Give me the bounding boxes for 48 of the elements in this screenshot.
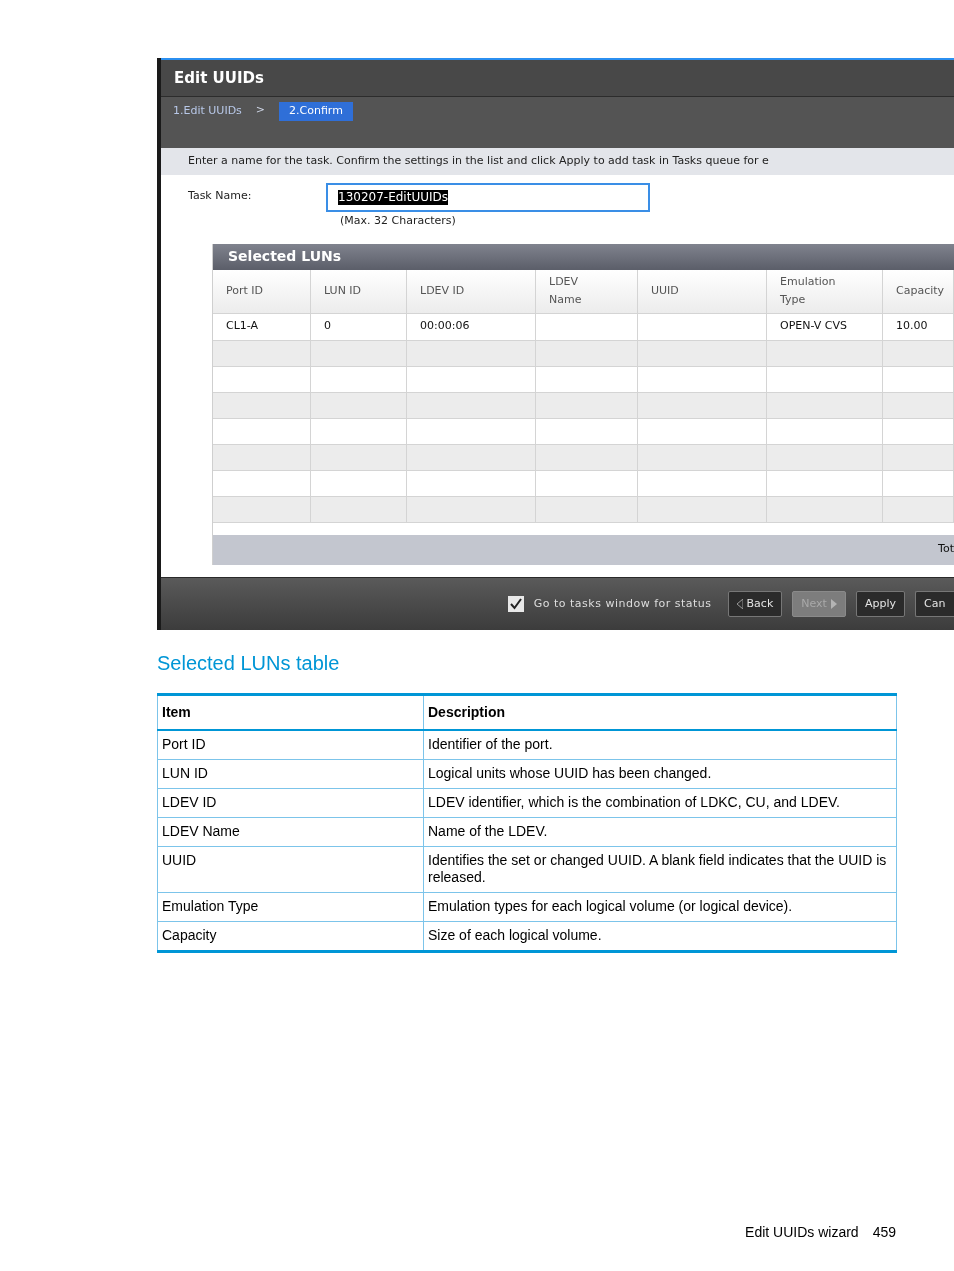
column-header: LDEV Name — [549, 274, 583, 308]
table-cell: LDEV identifier, which is the combination of LDKC, CU, and LDEV. — [423, 788, 897, 818]
table-cell: Identifies the set or changed UUID. A blank field indicates that the UUID is released. — [423, 846, 897, 893]
wizard-step[interactable]: 2.Confirm — [279, 102, 353, 121]
table-cell: 10.00 — [896, 318, 928, 335]
footer-title: Edit UUIDs wizard — [745, 1223, 859, 1242]
column-header: Description — [423, 694, 897, 730]
left-arrow-icon — [736, 599, 743, 609]
window-title: Edit UUIDs — [174, 67, 264, 89]
table-cell: OPEN-V CVS — [780, 318, 847, 335]
panel-title: Selected LUNs — [228, 247, 342, 266]
task-name-field[interactable]: 130207-EditUUIDs — [326, 183, 650, 212]
table-cell: LDEV Name — [157, 817, 424, 847]
table-cell: Logical units whose UUID has been changed. — [423, 759, 897, 789]
column-header: Emulation Type — [780, 274, 837, 308]
hint-text: (Max. 32 Characters) — [340, 213, 457, 229]
column-header: LDEV ID — [420, 283, 466, 299]
checkbox-label: Go to tasks window for status — [533, 595, 712, 612]
wizard-button[interactable]: Back — [727, 591, 783, 617]
table-cell: LUN ID — [157, 759, 424, 789]
table-cell: Name of the LDEV. — [423, 817, 897, 847]
table-cell: 00:00:06 — [420, 318, 470, 335]
column-header: LUN ID — [324, 283, 363, 299]
field-label: Task Name: — [188, 188, 253, 204]
table-cell: Emulation types for each logical volume (or logical device). — [423, 892, 897, 922]
wizard-step[interactable]: 1.Edit UUIDs — [173, 102, 242, 121]
column-header: UUID — [651, 283, 680, 299]
column-header: Item — [157, 694, 424, 730]
checkbox[interactable] — [507, 596, 524, 612]
table-cell: Capacity — [157, 921, 424, 952]
table-cell: Size of each logical volume. — [423, 921, 897, 952]
page-number: 459 — [872, 1223, 896, 1242]
total-label: Tot — [938, 541, 954, 558]
table-cell: Emulation Type — [157, 892, 424, 922]
instruction-text: Enter a name for the task. Confirm the settings in the list and click Apply to add task in Tasks queue for e — [188, 153, 769, 170]
section-heading: Selected LUNs table — [157, 652, 340, 674]
wizard-button[interactable]: Apply — [855, 591, 905, 617]
table-cell: 0 — [324, 318, 331, 335]
table-cell: Port ID — [157, 730, 424, 760]
table-cell: LDEV ID — [157, 788, 424, 818]
table-cell: Identifier of the port. — [423, 730, 897, 760]
right-arrow-icon — [830, 599, 837, 609]
column-header: Port ID — [226, 283, 265, 299]
column-header: Capacity — [896, 283, 945, 299]
step-separator: > — [255, 102, 266, 118]
wizard-button[interactable]: Can — [915, 591, 954, 617]
table-cell: CL1-A — [226, 318, 259, 335]
table-cell: UUID — [157, 846, 424, 893]
